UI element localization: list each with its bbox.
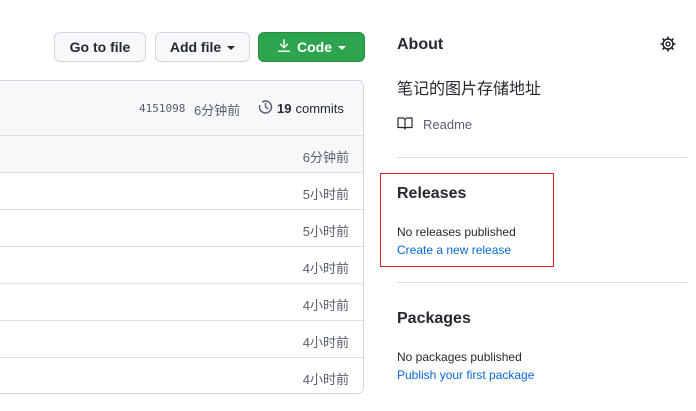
file-row[interactable]: 5小时前 xyxy=(0,210,363,247)
code-button[interactable]: Code xyxy=(258,32,365,62)
download-icon xyxy=(277,38,291,56)
add-file-button[interactable]: Add file xyxy=(155,32,250,62)
file-row[interactable]: 4小时前 xyxy=(0,284,363,321)
readme-link[interactable]: Readme xyxy=(397,115,472,134)
latest-commit-bar: 4151098 6分钟前 19 commits xyxy=(0,81,363,136)
go-to-file-button[interactable]: Go to file xyxy=(54,32,146,62)
history-icon xyxy=(257,99,273,118)
code-label: Code xyxy=(297,39,332,55)
row-time: 4小时前 xyxy=(302,261,349,276)
chevron-down-icon xyxy=(338,46,346,50)
file-row[interactable]: 6分钟前 xyxy=(0,136,363,173)
gear-icon[interactable] xyxy=(660,36,676,57)
add-file-label: Add file xyxy=(169,39,222,55)
about-title: About xyxy=(397,36,444,53)
row-time: 4小时前 xyxy=(302,372,349,387)
row-time: 4小时前 xyxy=(302,298,349,313)
book-icon xyxy=(397,115,413,134)
readme-label: Readme xyxy=(423,117,473,132)
file-row[interactable]: 4小时前 xyxy=(0,247,363,284)
publish-package-link[interactable]: Publish your first package xyxy=(397,368,534,382)
file-list-panel: 4151098 6分钟前 19 commits 6分钟前 5小时前 5小时前 4… xyxy=(0,80,364,394)
chevron-down-icon xyxy=(227,46,236,50)
packages-empty-text: No packages published xyxy=(397,350,522,364)
row-time: 4小时前 xyxy=(302,335,349,350)
divider xyxy=(397,282,687,283)
packages-title[interactable]: Packages xyxy=(397,310,471,328)
divider xyxy=(397,157,687,158)
commits-link[interactable]: 19 commits xyxy=(257,99,344,118)
repo-description: 笔记的图片存储地址 xyxy=(397,81,542,98)
releases-title[interactable]: Releases xyxy=(397,185,466,203)
releases-empty-text: No releases published xyxy=(397,225,516,239)
commits-label: commits xyxy=(295,101,344,116)
row-time: 6分钟前 xyxy=(302,150,349,165)
file-row[interactable]: 4小时前 xyxy=(0,321,363,358)
file-row[interactable]: 4小时前 xyxy=(0,358,363,393)
create-release-link[interactable]: Create a new release xyxy=(397,243,511,257)
go-to-file-label: Go to file xyxy=(69,39,131,55)
row-time: 5小时前 xyxy=(302,187,349,202)
row-time: 5小时前 xyxy=(302,224,349,239)
file-row[interactable]: 5小时前 xyxy=(0,173,363,210)
commit-sha[interactable]: 4151098 xyxy=(139,102,185,115)
commits-count: 19 xyxy=(277,101,292,116)
commit-time: 6分钟前 xyxy=(194,103,241,118)
